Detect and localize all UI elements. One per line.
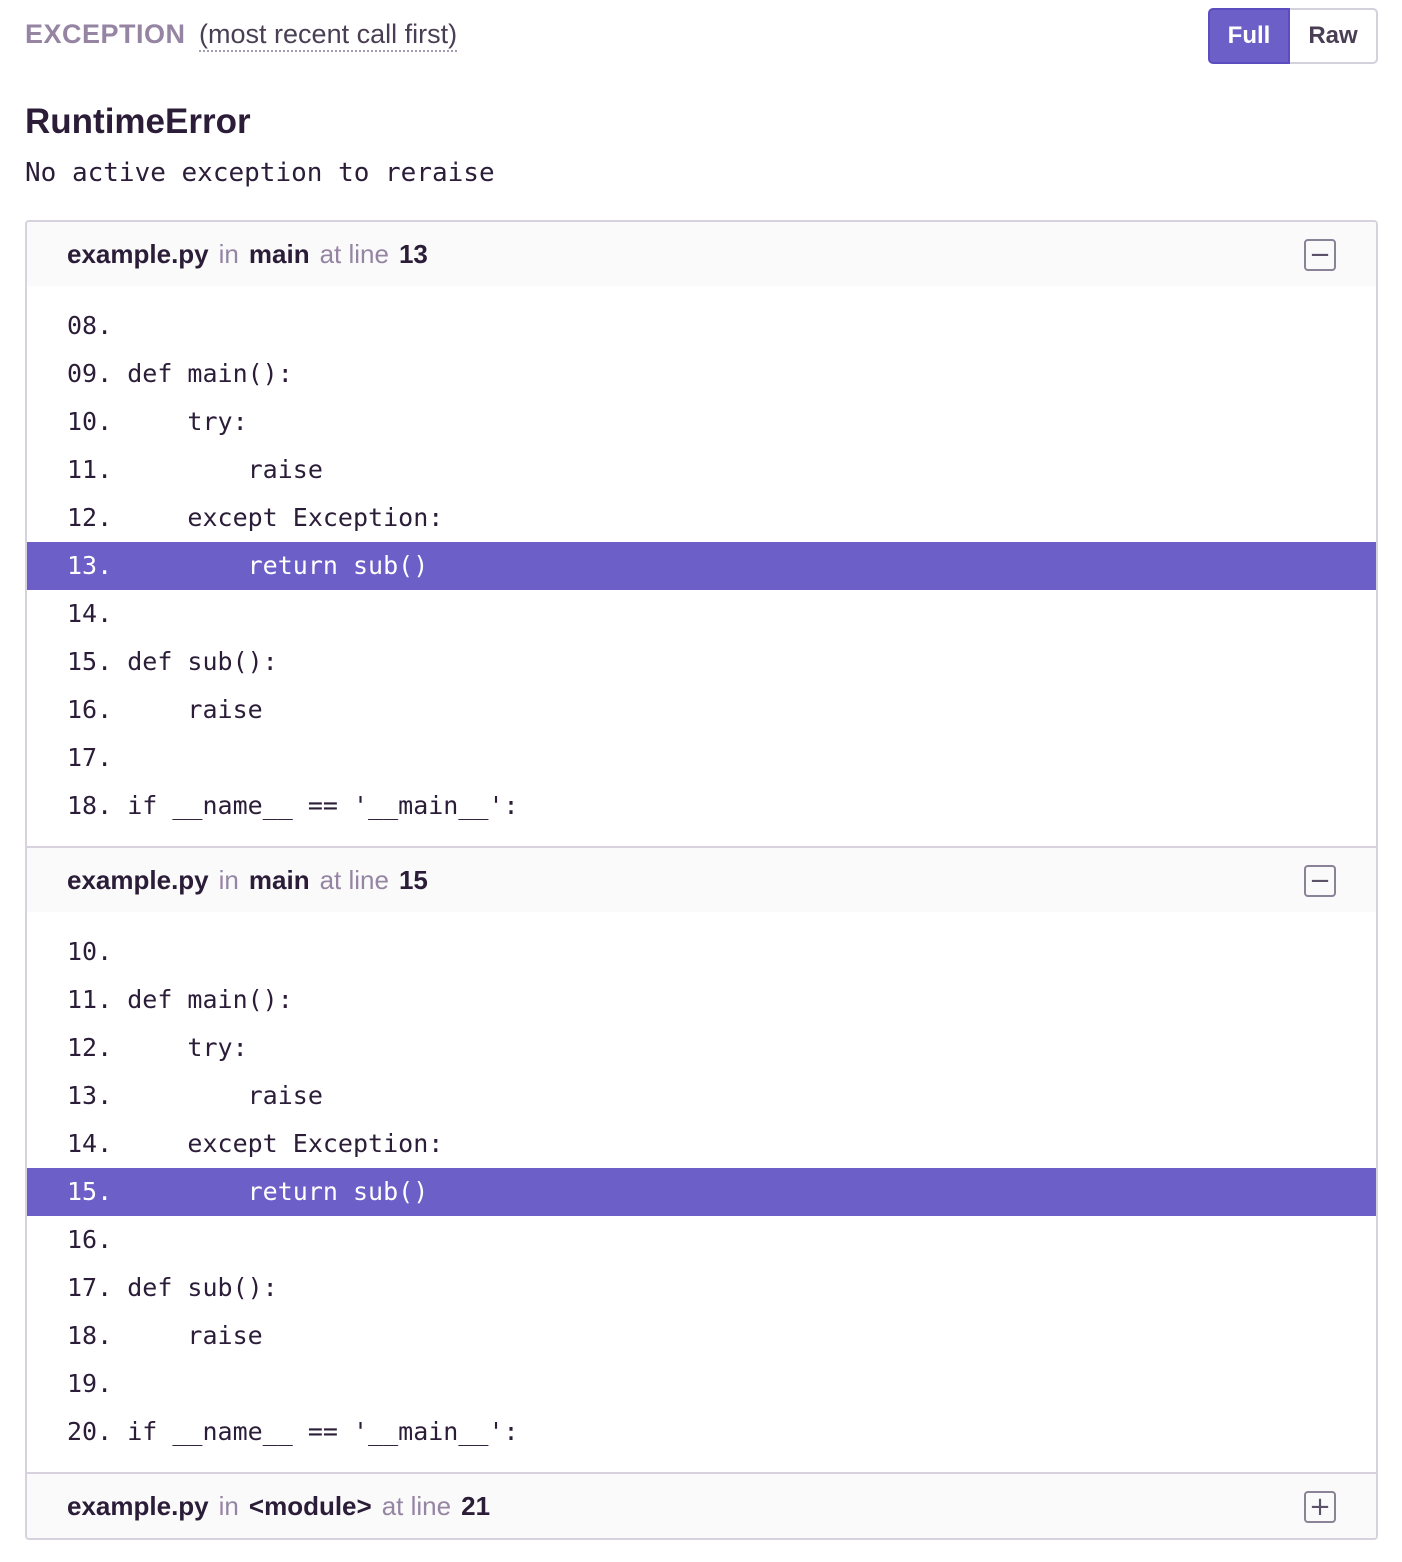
line-number: 08. — [67, 311, 113, 340]
code-line: 20. if __name__ == '__main__': — [27, 1408, 1376, 1456]
line-number: 20. — [67, 1417, 113, 1446]
line-code: if __name__ == '__main__': — [127, 791, 519, 820]
raw-view-button[interactable]: Raw — [1290, 8, 1378, 64]
frame-function: main — [248, 238, 310, 269]
error-type: RuntimeError — [25, 102, 251, 141]
frame-header[interactable]: example.py in <module> at line 21 + — [27, 1474, 1376, 1538]
minus-icon[interactable]: − — [1304, 239, 1336, 271]
code-line-active: 13. return sub() — [27, 542, 1376, 590]
line-number: 11. — [67, 455, 113, 484]
line-number: 14. — [67, 1129, 113, 1158]
frame-in-label: in — [218, 864, 239, 895]
frame-line-number: 21 — [461, 1490, 491, 1521]
code-line: 18. if __name__ == '__main__': — [27, 782, 1376, 830]
frame-filename: example.py — [67, 1490, 209, 1521]
frame-at-line-label: at line — [319, 238, 389, 269]
line-number: 17. — [67, 743, 113, 772]
exception-label: EXCEPTION — [25, 19, 186, 49]
line-number: 19. — [67, 1369, 113, 1398]
code-line: 09. def main(): — [27, 350, 1376, 398]
line-number: 13. — [67, 551, 113, 580]
frame-function: main — [248, 864, 310, 895]
line-number: 18. — [67, 1321, 113, 1350]
frame-at-line-label: at line — [381, 1490, 452, 1521]
exception-title: EXCEPTION (most recent call first) — [25, 16, 458, 52]
frame-function: <module> — [248, 1490, 372, 1521]
full-view-button[interactable]: Full — [1208, 8, 1290, 64]
code-line: 08. — [27, 302, 1376, 350]
line-code: raise — [127, 455, 323, 484]
code-line: 10. — [27, 928, 1376, 976]
code-line: 19. — [27, 1360, 1376, 1408]
code-line: 11. def main(): — [27, 976, 1376, 1024]
line-number: 16. — [67, 695, 113, 724]
line-code: try: — [127, 1033, 248, 1062]
line-number: 18. — [67, 791, 113, 820]
frame-in-label: in — [218, 1490, 239, 1521]
line-number: 11. — [67, 985, 113, 1014]
line-code: except Exception: — [127, 1129, 444, 1158]
code-line: 12. try: — [27, 1024, 1376, 1072]
frame-header[interactable]: example.py in main at line 13 − — [27, 222, 1376, 286]
code-line: 17. def sub(): — [27, 1264, 1376, 1312]
view-toggle: Full Raw — [1208, 8, 1378, 64]
line-code: raise — [127, 1081, 323, 1110]
code-line: 14. — [27, 590, 1376, 638]
code-line-active: 15. return sub() — [27, 1168, 1376, 1216]
code-line: 11. raise — [27, 446, 1376, 494]
line-code: raise — [127, 695, 263, 724]
code-line: 17. — [27, 734, 1376, 782]
line-number: 13. — [67, 1081, 113, 1110]
line-code: except Exception: — [127, 503, 444, 532]
line-number: 16. — [67, 1225, 113, 1254]
line-code: return sub() — [127, 1177, 429, 1206]
line-code: def sub(): — [127, 1273, 278, 1302]
line-code: try: — [127, 407, 248, 436]
frame-line-number: 15 — [398, 864, 428, 895]
line-number: 15. — [67, 647, 113, 676]
code-line: 10. try: — [27, 398, 1376, 446]
line-number: 14. — [67, 599, 113, 628]
code-line: 15. def sub(): — [27, 638, 1376, 686]
stack-frame: example.py in main at line 15 − 10. 11. def ma… — [27, 846, 1376, 1472]
code-context: 08. 09. def main(): 10. try: 11. raise 12. … — [27, 286, 1376, 846]
frame-filename: example.py — [67, 864, 209, 895]
line-number: 12. — [67, 1033, 113, 1062]
code-line: 12. except Exception: — [27, 494, 1376, 542]
line-code: raise — [127, 1321, 263, 1350]
code-context: 10. 11. def main(): 12. try: 13. raise 14. … — [27, 912, 1376, 1472]
line-number: 10. — [67, 407, 113, 436]
line-number: 09. — [67, 359, 113, 388]
frame-at-line-label: at line — [319, 864, 389, 895]
line-code: return sub() — [127, 551, 429, 580]
line-code: def sub(): — [127, 647, 278, 676]
minus-icon[interactable]: − — [1304, 865, 1336, 897]
frame-header[interactable]: example.py in main at line 15 − — [27, 848, 1376, 912]
frame-in-label: in — [218, 238, 239, 269]
call-order-note[interactable]: (most recent call first) — [199, 19, 458, 52]
plus-icon[interactable]: + — [1304, 1491, 1336, 1523]
code-line: 16. — [27, 1216, 1376, 1264]
code-line: 18. raise — [27, 1312, 1376, 1360]
frame-filename: example.py — [67, 238, 209, 269]
line-number: 12. — [67, 503, 113, 532]
frame-line-number: 13 — [398, 238, 428, 269]
stack-frame: example.py in main at line 13 − 08. 09. def ma… — [27, 222, 1376, 846]
line-code: if __name__ == '__main__': — [127, 1417, 519, 1446]
exception-header: EXCEPTION (most recent call first) Full … — [25, 8, 1378, 64]
line-number: 15. — [67, 1177, 113, 1206]
line-code: def main(): — [127, 985, 293, 1014]
traceback: example.py in main at line 13−08. 09. def ma… — [25, 220, 1378, 1540]
line-number: 17. — [67, 1273, 113, 1302]
line-code: def main(): — [127, 359, 293, 388]
code-line: 14. except Exception: — [27, 1120, 1376, 1168]
stack-frame: example.py in <module> at line 21 + — [27, 1472, 1376, 1538]
line-number: 10. — [67, 937, 113, 966]
code-line: 13. raise — [27, 1072, 1376, 1120]
error-message: No active exception to reraise — [25, 158, 495, 188]
code-line: 16. raise — [27, 686, 1376, 734]
